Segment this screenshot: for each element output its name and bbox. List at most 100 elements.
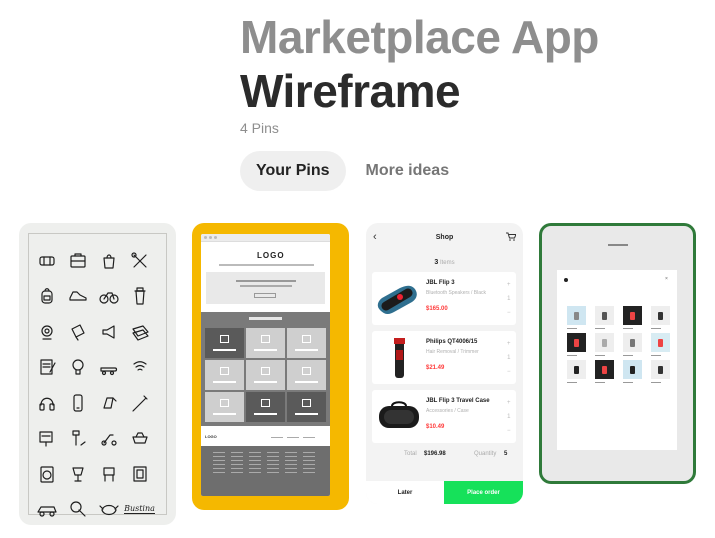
product-thumbnail[interactable] <box>595 306 614 329</box>
quantity-stepper[interactable]: +1− <box>507 396 511 438</box>
browser-mock: LOGO LOGO <box>201 234 330 496</box>
product-thumbnail[interactable] <box>595 333 614 356</box>
product-placeholder <box>246 360 285 390</box>
product-thumbnail[interactable] <box>651 306 670 329</box>
case-image <box>379 401 419 428</box>
product-page: × <box>557 270 677 450</box>
scooter-icon <box>93 421 124 457</box>
notepad-icon <box>31 350 62 386</box>
product-thumbnail[interactable] <box>595 360 614 383</box>
item-name: JBL Flip 3 <box>426 280 455 286</box>
bread-icon <box>124 421 155 457</box>
item-price: $21.49 <box>426 365 445 371</box>
board-tabs: Your Pins More ideas <box>240 151 465 191</box>
cup-icon <box>124 279 155 315</box>
headphones-icon <box>31 385 62 421</box>
items-count: 3 Items <box>434 259 455 266</box>
new-products-section <box>201 312 330 426</box>
total-value: $196.98 <box>424 451 446 457</box>
cart-icon[interactable] <box>506 232 516 241</box>
trimmer-image <box>394 338 405 378</box>
product-thumbnail[interactable] <box>623 333 642 356</box>
product-placeholder <box>205 328 244 358</box>
product-placeholder <box>205 360 244 390</box>
site-hero <box>206 272 325 304</box>
product-thumbnail[interactable] <box>567 360 586 383</box>
megaphone-icon <box>93 314 124 350</box>
pin-icon-set[interactable]: Bustina <box>19 223 176 525</box>
cart-item[interactable]: Philips QT4006/15 Hair Removal / Trimmer… <box>372 331 516 384</box>
phone-icon <box>62 385 93 421</box>
skates-icon <box>93 350 124 386</box>
brand-dot <box>564 278 568 282</box>
speaker-image <box>377 285 417 314</box>
mirror-icon <box>93 385 124 421</box>
product-placeholder <box>287 392 326 422</box>
site-logo: LOGO <box>257 251 285 260</box>
product-thumbnail[interactable] <box>623 360 642 383</box>
product-thumbnail[interactable] <box>623 306 642 329</box>
item-subtitle: Accessories / Case <box>426 408 469 414</box>
shop-title: Shop <box>435 234 454 241</box>
product-thumbnail[interactable] <box>567 306 586 329</box>
crab-icon <box>93 492 124 526</box>
footer-logo: LOGO <box>205 434 217 439</box>
pin-count: 4 Pins <box>240 120 279 136</box>
product-placeholder <box>205 392 244 422</box>
pen-icon <box>124 385 155 421</box>
later-button[interactable]: Later <box>366 481 444 504</box>
tools-icon <box>124 243 155 279</box>
pin-product-grid[interactable]: × <box>539 223 696 484</box>
icon-grid: Bustina <box>31 243 155 525</box>
new-products-heading <box>249 317 282 320</box>
item-name: Philips QT4006/15 <box>426 339 478 345</box>
product-placeholder <box>287 360 326 390</box>
quantity-stepper[interactable]: +1− <box>507 337 511 379</box>
tab-your-pins[interactable]: Your Pins <box>240 151 346 191</box>
site-footer-top: LOGO <box>201 434 330 442</box>
product-thumbnail[interactable] <box>567 333 586 356</box>
item-price: $165.00 <box>426 306 448 312</box>
hand-truck-icon <box>31 421 62 457</box>
item-name: JBL Flip 3 Travel Case <box>426 398 490 404</box>
paint-tube-icon <box>62 314 93 350</box>
place-order-button[interactable]: Place order <box>444 481 523 504</box>
shop-header: ‹ Shop <box>366 223 523 253</box>
product-thumbnail[interactable] <box>651 333 670 356</box>
bicycle-icon <box>93 279 124 315</box>
product-grid-mock: × <box>542 226 693 481</box>
backpack-icon <box>31 279 62 315</box>
car-icon <box>31 492 62 526</box>
briefcase-icon <box>62 243 93 279</box>
board-title-line1: Marketplace App <box>240 11 599 63</box>
bulb-icon <box>62 350 93 386</box>
frame-icon <box>124 456 155 492</box>
item-price: $10.49 <box>426 424 445 430</box>
product-placeholder <box>246 392 285 422</box>
webcam-icon <box>31 314 62 350</box>
pin-shop-app[interactable]: ‹ Shop 3 Items JBL Flip 3 Bluetooth Spea… <box>366 223 523 504</box>
signature-icon: Bustina <box>124 504 155 515</box>
board-title-line2: Wireframe <box>240 65 461 117</box>
shopping-bag-icon <box>93 243 124 279</box>
wifi-icon <box>124 350 155 386</box>
quantity-stepper[interactable]: +1− <box>507 278 511 320</box>
item-subtitle: Bluetooth Speakers / Black <box>426 290 487 296</box>
product-placeholder <box>246 328 285 358</box>
paint-roller-icon <box>62 421 93 457</box>
cart-item[interactable]: JBL Flip 3 Travel Case Accessories / Cas… <box>372 390 516 443</box>
product-thumbnail[interactable] <box>651 360 670 383</box>
chair-icon <box>93 456 124 492</box>
cash-icon <box>124 314 155 350</box>
quantity-value: 5 <box>504 451 508 457</box>
site-footer <box>201 446 330 496</box>
tab-more-ideas[interactable]: More ideas <box>350 151 466 191</box>
close-icon[interactable]: × <box>665 276 668 282</box>
pin-website-wireframe[interactable]: LOGO LOGO <box>192 223 349 510</box>
item-subtitle: Hair Removal / Trimmer <box>426 349 479 355</box>
cart-item[interactable]: JBL Flip 3 Bluetooth Speakers / Black $1… <box>372 272 516 325</box>
pills-icon <box>31 243 62 279</box>
tennis-icon <box>62 492 93 526</box>
washing-machine-icon <box>31 456 62 492</box>
sneaker-icon <box>62 279 93 315</box>
